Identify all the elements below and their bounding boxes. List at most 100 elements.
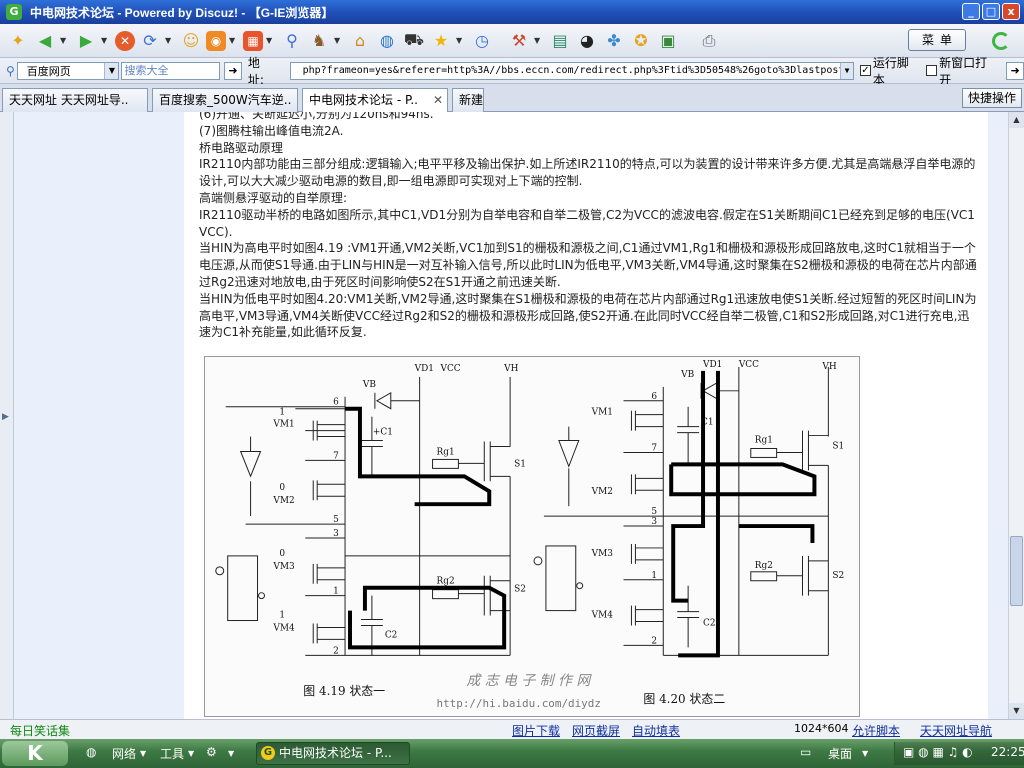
tools-menu[interactable]: 工具 [160,745,184,762]
refresh-icon[interactable]: ⟳ [138,29,162,53]
screenshot-link[interactable]: 网页截屏 [572,722,620,739]
settings-chevron-icon[interactable]: ▼ [228,749,234,758]
panda-icon[interactable]: ◕ [575,29,599,53]
label-pin1-right: 1 [651,571,657,581]
smiley-icon[interactable]: ☺ [179,29,203,53]
favorites-dropdown-icon[interactable]: ▼ [456,36,464,45]
globe-icon[interactable]: ◍ [375,29,399,53]
tools-chevron-icon[interactable]: ▼ [188,749,194,758]
tab-tiantian[interactable]: 天天网址 天天网址导.. [2,88,148,112]
network-menu[interactable]: 网络 [112,745,136,762]
print-icon[interactable]: ⎙ [697,29,721,53]
tools-icon[interactable]: ⚒ [507,29,531,53]
quick-ops-button[interactable]: 快捷操作 [962,88,1022,108]
web-page: (6)开通、关断延迟小,分别为120ns和94ns. (7)图腾柱输出峰值电流2… [14,112,1008,719]
status-circle-icon[interactable] [992,32,1010,50]
scroll-thumb[interactable] [1010,536,1023,606]
daily-joke-link[interactable]: 每日笑话集 [10,722,70,739]
label-vd1-right: VD1 [702,360,722,370]
desktop-chevron-icon[interactable]: ▼ [862,749,868,758]
watermark-url: http://hi.baidu.com/diydz [437,697,601,710]
search-icon[interactable]: ⚲ [280,29,304,53]
apps-dropdown-icon[interactable]: ▼ [266,36,274,45]
desktop-icon[interactable]: ▭ [800,745,811,759]
tab-eccn-forum[interactable]: 中电网技术论坛 - P.. ✕ [302,88,448,113]
home-icon[interactable]: ⌂ [348,29,372,53]
browser-quicklaunch-icon[interactable]: ◍ [86,745,96,759]
label-s2: S2 [514,585,526,595]
tab-new[interactable]: 新建 [452,88,484,112]
forward-icon[interactable]: ▶ [74,29,98,53]
nav-link[interactable]: 天天网址导航 [920,722,992,739]
label-pin6-right: 6 [651,392,657,402]
user-icon[interactable]: ♞ [307,29,331,53]
app-icon: G [6,4,22,20]
network-chevron-icon[interactable]: ▼ [140,749,146,758]
user-dropdown-icon[interactable]: ▼ [334,36,342,45]
maximize-button[interactable]: □ [982,3,1000,20]
search-engine-icon: ⚲ [6,63,15,78]
taskbar-active-window[interactable]: G 中电网技术论坛 - P... [256,742,410,765]
puzzle-icon[interactable]: ✤ [602,29,626,53]
tab-baidu[interactable]: 百度搜索_500W汽车逆.. [152,88,298,112]
favorites-icon[interactable]: ★ [429,29,453,53]
cart-icon[interactable]: ⛟ [402,29,426,53]
label-vcc-right: VCC [738,360,759,370]
tray-icons[interactable]: ▣ ◍ ▦ ♫ ◐ [903,745,973,759]
label-vm4-right: VM4 [591,611,614,621]
address-input[interactable]: php?frameon=yes&referer=http%3A//bbs.ecc… [289,61,855,80]
label-vh: VH [503,364,518,374]
label-vh-right: VH [821,362,836,372]
label-pin3-right: 3 [651,517,657,527]
rss-dropdown-icon[interactable]: ▼ [229,36,237,45]
address-go-button[interactable]: ➜ [1006,61,1024,80]
taskbar: K ◍ 网络 ▼ 工具 ▼ ⚙ ▼ G 中电网技术论坛 - P... ▭ 桌面 … [0,739,1024,768]
label-vm2-right: VM2 [591,487,613,497]
run-script-checkbox[interactable]: ✓ 运行脚本 [860,54,920,88]
scroll-up-icon[interactable]: ▲ [1009,112,1024,128]
refresh-dropdown-icon[interactable]: ▼ [165,36,173,45]
rss-icon[interactable]: ◉ [206,30,226,51]
minimize-button[interactable]: _ [962,3,980,20]
address-dropdown-icon[interactable]: ▼ [840,62,854,79]
stop-icon[interactable]: ✕ [115,30,135,51]
star-badge-icon[interactable]: ✪ [629,29,653,53]
autofill-link[interactable]: 自动填表 [632,722,680,739]
circuit-diagram: VD1 VCC VH VB +C1 Rg1 S1 VM1 VM2 VM3 VM4… [215,360,844,710]
checked-icon: ✓ [860,65,871,76]
back-dropdown-icon[interactable]: ▼ [60,36,68,45]
label-pin2: 2 [333,646,339,656]
back-icon[interactable]: ◀ [33,29,57,53]
new-window-checkbox[interactable]: 新窗口打开 [926,54,998,88]
article-line: 高端侧悬浮驱动的自举原理: [199,190,348,205]
books-icon[interactable]: ▤ [548,29,572,53]
search-input[interactable]: 搜索大全 [121,61,221,80]
label-pin7: 7 [333,451,339,461]
label-vb: VB [362,380,376,390]
history-icon[interactable]: ◷ [470,29,494,53]
tools-dropdown-icon[interactable]: ▼ [534,36,542,45]
article-line: IR2110内部功能由三部分组成:逻辑输入;电平平移及输出保护.如上所述IR21… [199,157,976,189]
article-line: 当HIN为高电平时如图4.19 :VM1开通,VM2关断,VC1加到S1的栅极和… [199,241,977,289]
side-panel-toggle[interactable]: ▶ [0,112,14,719]
label-state-vm2: 0 [279,483,285,493]
close-tab-icon[interactable]: ✕ [433,89,443,111]
picture-icon[interactable]: ▣ [656,29,680,53]
start-button[interactable]: K [2,741,68,766]
search-go-button[interactable]: ➜ [224,61,242,80]
chevron-right-icon: ▶ [2,412,9,422]
forward-dropdown-icon[interactable]: ▼ [101,36,109,45]
label-state-vm1: 1 [279,408,285,418]
search-engine-select[interactable]: 百度网页 ▼ [16,61,120,80]
new-page-icon[interactable]: ✦ [6,29,30,53]
vertical-scrollbar[interactable]: ▲ ▼ [1008,112,1024,719]
desktop-button[interactable]: 桌面 [828,745,852,762]
watermark-text: 成 志 电 子 制 作 网 [466,673,592,689]
scroll-down-icon[interactable]: ▼ [1009,703,1024,719]
allow-script-link[interactable]: 允许脚本 [852,722,900,739]
close-button[interactable]: x [1002,3,1020,20]
settings-quicklaunch-icon[interactable]: ⚙ [206,745,217,759]
image-download-link[interactable]: 图片下载 [512,722,560,739]
menu-button[interactable]: 菜单 [908,29,966,51]
apps-icon[interactable]: ▦ [243,30,263,51]
